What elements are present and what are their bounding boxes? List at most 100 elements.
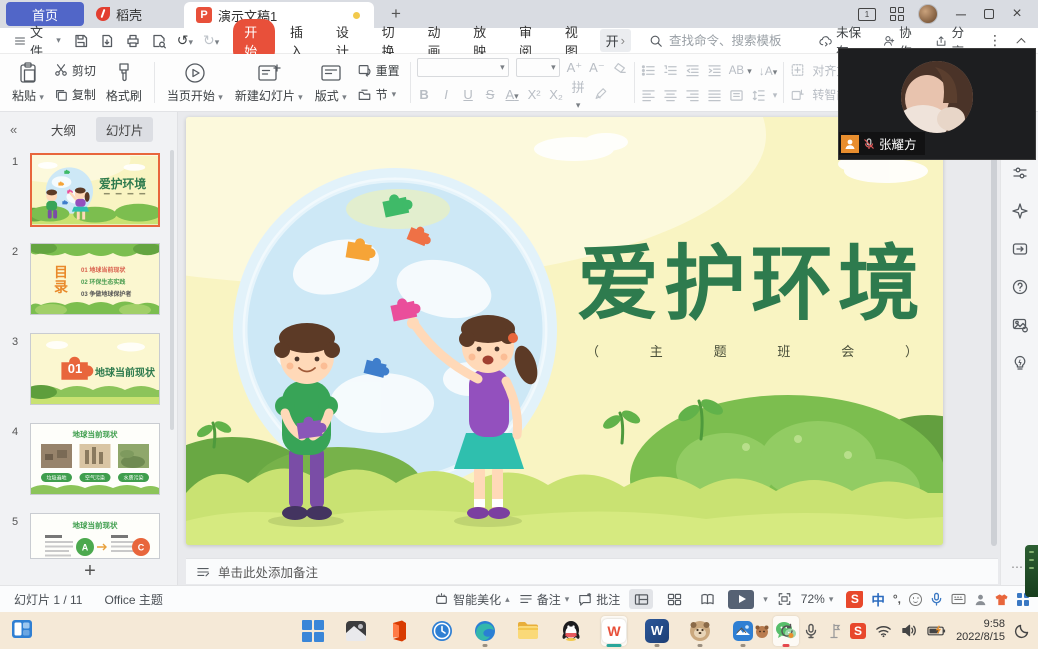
ime-account-icon[interactable]: [974, 593, 987, 606]
reset-button[interactable]: 重置: [353, 61, 404, 80]
tab-outline[interactable]: 大纲: [41, 117, 86, 142]
ime-language-toggle[interactable]: 中: [871, 589, 885, 609]
slide-canvas[interactable]: 爱护环境 （ 主 题 班 会 ）: [186, 117, 943, 545]
taskbar-app-pet[interactable]: [687, 616, 713, 646]
close-button[interactable]: ×: [1008, 5, 1026, 23]
align-center-icon[interactable]: [663, 89, 678, 102]
ime-skin-icon[interactable]: [995, 593, 1009, 606]
new-slide-button[interactable]: 新建幻灯片 ▾: [229, 58, 309, 107]
section-button[interactable]: 节 ▾: [353, 85, 404, 104]
tray-mic-icon[interactable]: [804, 623, 818, 639]
canvas-scrollbar[interactable]: [991, 118, 997, 546]
pinyin-guide-button[interactable]: 拼▾: [571, 77, 586, 111]
justify-icon[interactable]: [707, 89, 722, 102]
numbered-list-icon[interactable]: [663, 64, 678, 77]
slide-sorter-view-button[interactable]: [662, 589, 686, 609]
reading-view-button[interactable]: [695, 589, 719, 609]
paste-button[interactable]: 粘贴 ▾: [6, 58, 50, 107]
redo-icon[interactable]: ↻▾: [203, 32, 219, 49]
tray-volume-icon[interactable]: [901, 623, 918, 638]
normal-view-button[interactable]: [629, 589, 653, 609]
image-tools-icon[interactable]: [1011, 316, 1029, 334]
apps-grid-icon[interactable]: [890, 7, 904, 21]
taskbar-app-qq[interactable]: [558, 616, 584, 646]
slide-thumbnail-3[interactable]: 01 地球当前现状: [30, 333, 160, 405]
sogou-logo-icon[interactable]: S: [846, 591, 863, 608]
bold-button[interactable]: B: [417, 87, 432, 102]
strikethrough-button[interactable]: S: [483, 87, 498, 102]
slide-thumbnail-2[interactable]: 目 录 01 地球当前现状 02 环保生态实践 03 争做地球保护者: [30, 243, 160, 315]
slide-subtitle[interactable]: （ 主 题 班 会 ）: [586, 341, 918, 360]
play-from-current-button[interactable]: 当页开始 ▾: [161, 58, 229, 107]
undo-icon[interactable]: ↺▾: [177, 32, 193, 49]
taskbar-start-button[interactable]: [300, 616, 326, 646]
more-tools-icon[interactable]: ⋯: [1011, 560, 1025, 574]
increase-indent-icon[interactable]: [707, 64, 722, 77]
align-left-icon[interactable]: [641, 89, 656, 102]
align-right-icon[interactable]: [685, 89, 700, 102]
docer-tab[interactable]: 稻壳: [84, 0, 176, 28]
taskbar-app-explorer[interactable]: [515, 616, 541, 646]
tray-hidden-icons-chevron[interactable]: [737, 627, 747, 637]
smart-graphic-icon[interactable]: [790, 88, 805, 102]
text-direction-button[interactable]: AB ▾: [729, 65, 752, 77]
sidebar-scrollbar[interactable]: [170, 150, 174, 430]
superscript-button[interactable]: X²: [527, 87, 542, 102]
fit-slide-icon[interactable]: [777, 592, 792, 606]
taskbar-app-office[interactable]: [386, 616, 412, 646]
cut-button[interactable]: 剪切: [50, 61, 100, 80]
add-slide-button[interactable]: +: [78, 560, 102, 583]
theme-name[interactable]: Office 主题: [104, 591, 162, 608]
line-spacing-icon[interactable]: [751, 89, 766, 102]
bullet-list-icon[interactable]: [641, 64, 656, 77]
help-icon[interactable]: [1011, 278, 1029, 296]
underline-button[interactable]: U: [461, 87, 476, 102]
collapse-panel-icon[interactable]: «: [10, 122, 17, 137]
slide-thumbnail-5[interactable]: 地球当前现状 A C: [30, 513, 160, 559]
command-search[interactable]: [649, 34, 819, 48]
taskbar-app-photos[interactable]: [343, 616, 369, 646]
slide-title[interactable]: 爱护环境: [568, 217, 934, 336]
text-sort-button[interactable]: ↓A▾: [759, 64, 778, 78]
slide-thumbnail-1[interactable]: 爱护环境: [30, 153, 160, 227]
increase-font-button[interactable]: A⁺: [567, 60, 583, 76]
print-preview-icon[interactable]: [151, 33, 167, 49]
ime-punctuation-toggle[interactable]: °,: [893, 592, 901, 606]
tray-sogou-icon[interactable]: S: [850, 623, 866, 639]
tray-battery-icon[interactable]: [927, 624, 947, 638]
taskbar-clock[interactable]: 9:58 2022/8/15: [956, 618, 1005, 644]
maximize-button[interactable]: [984, 9, 994, 19]
search-input[interactable]: [669, 34, 819, 48]
notes-toggle-button[interactable]: 备注▾: [519, 591, 570, 608]
smart-beautify-button[interactable]: 智能美化▴: [434, 591, 510, 608]
notes-bar[interactable]: 单击此处添加备注: [186, 558, 998, 584]
font-color-button[interactable]: A▾: [505, 87, 520, 102]
decrease-font-button[interactable]: A⁻: [589, 60, 605, 76]
collapse-ribbon-icon[interactable]: [1016, 37, 1025, 46]
tray-wifi-icon[interactable]: [875, 624, 892, 638]
italic-button[interactable]: I: [439, 87, 454, 102]
tray-pet-icon[interactable]: [754, 623, 770, 639]
ime-keyboard-icon[interactable]: [951, 593, 966, 605]
font-family-select[interactable]: ▾: [417, 58, 509, 77]
effects-icon[interactable]: [1011, 202, 1029, 220]
taskbar-app-edge[interactable]: [472, 616, 498, 646]
save-icon[interactable]: [73, 33, 89, 49]
properties-icon[interactable]: [1011, 164, 1029, 182]
subscript-button[interactable]: X₂: [549, 87, 564, 102]
highlight-pen-icon[interactable]: [593, 87, 608, 101]
align-text-icon[interactable]: [790, 63, 805, 77]
webcam-overlay[interactable]: 张耀方: [838, 48, 1036, 160]
copy-button[interactable]: 复制: [50, 85, 100, 104]
layout-button[interactable]: 版式 ▾: [309, 58, 353, 107]
decrease-indent-icon[interactable]: [685, 64, 700, 77]
font-size-select[interactable]: ▾: [516, 58, 560, 77]
play-options-icon[interactable]: ▾: [763, 594, 768, 605]
minimize-button[interactable]: ─: [952, 6, 970, 22]
taskbar-widgets-icon[interactable]: [10, 617, 34, 644]
distribute-icon[interactable]: [729, 89, 744, 102]
more-menu-icon[interactable]: ⋮: [988, 32, 1002, 49]
animation-pane-icon[interactable]: [1011, 240, 1029, 258]
format-painter-button[interactable]: 格式刷: [100, 58, 148, 107]
ime-emoji-icon[interactable]: [909, 593, 922, 606]
